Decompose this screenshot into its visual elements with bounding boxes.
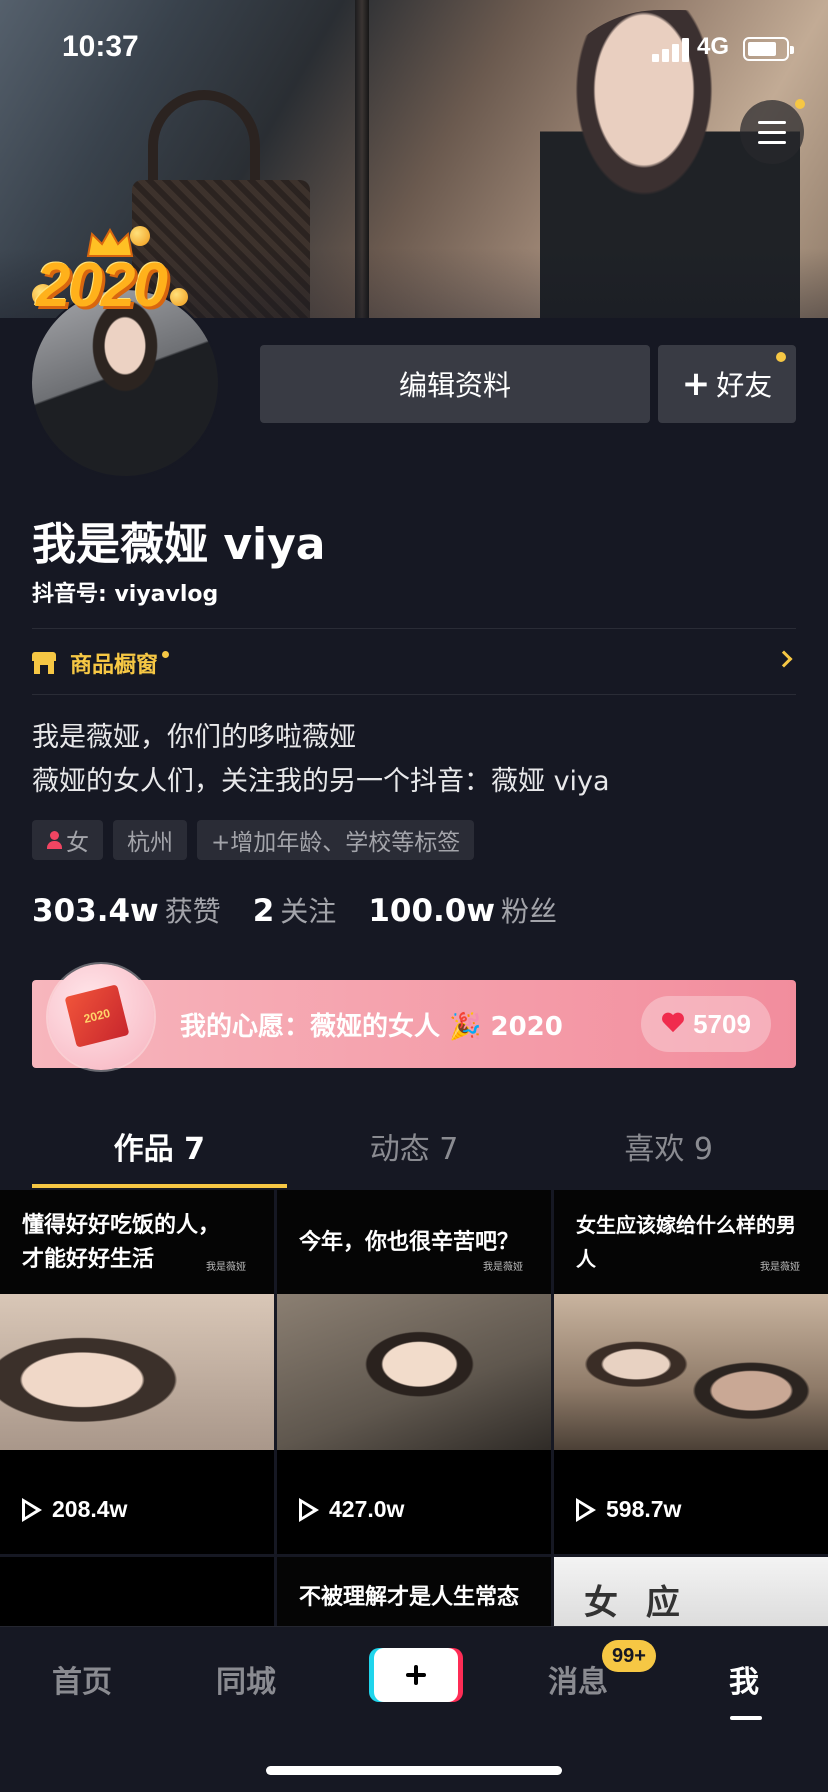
avatar-badge-text: 2020 [36,251,168,320]
video-thumbnail[interactable]: 不被理解才是人生常态 [277,1557,551,1637]
network-type: 4G [697,33,730,60]
video-caption: 今年，你也很辛苦吧？ [277,1190,551,1294]
video-thumbnail[interactable]: 女生应该嫁给什么样的男人 我是薇娅 598.7w [554,1190,828,1554]
menu-button[interactable] [740,100,804,164]
likes-label: 获赞 [164,895,221,928]
video-play-count: 208.4w [22,1496,127,1523]
product-showcase-row[interactable]: 商品橱窗 [32,633,796,693]
add-friend-dot [776,352,786,362]
likes-count: 303.4w [32,893,159,929]
video-play-count: 427.0w [299,1496,404,1523]
following-label[interactable]: 关注 [280,890,336,930]
battery-icon [743,37,794,61]
create-video-button[interactable] [374,1648,458,1702]
chevron-right-icon [775,650,793,668]
female-icon [46,831,62,849]
douyin-id: 抖音号: viyavlog [32,582,219,607]
video-frame [0,1294,274,1450]
video-frame [554,1294,828,1450]
profile-stats: 303.4w 获赞 2 关注 100.0w 粉丝 [32,890,589,930]
menu-icon [758,121,786,124]
video-frame [277,1294,551,1450]
wish-count: 5709 [693,1008,751,1039]
nav-me[interactable]: 我 [729,1657,759,1701]
video-play-count: 598.7w [576,1496,681,1523]
video-caption: 女生应该嫁给什么样的男人 [554,1190,828,1294]
menu-notification-dot [795,99,805,109]
divider [32,694,796,695]
home-indicator[interactable] [266,1766,562,1775]
content-tabs: 作品 7 动态 7 喜欢 9 [32,1110,796,1190]
play-icon [299,1497,319,1522]
video-caption: 女 应 [584,1583,688,1623]
shop-dot [162,650,170,658]
nav-city[interactable]: 同城 [216,1657,276,1701]
play-icon [576,1497,596,1522]
followers-label[interactable]: 粉丝 [501,890,557,930]
location-tag: 杭州 [113,820,187,860]
bio-line: 我是薇娅，你们的哆啦薇娅 [32,722,356,753]
shop-icon [32,652,56,674]
wish-text: 我的心愿：薇娅的女人 🎉 2020 [180,1012,563,1042]
nav-active-indicator [730,1716,762,1720]
video-thumbnail[interactable] [0,1557,274,1637]
avatar-2020-badge: 2020 [30,226,214,338]
following-count[interactable]: 2 [253,893,275,929]
add-friend-label: 好友 [716,369,773,402]
tab-active-indicator [32,1184,287,1188]
plus-icon: + [681,364,711,404]
video-thumbnail[interactable]: 懂得好好吃饭的人， 才能好好生活 我是薇娅 208.4w [0,1190,274,1554]
heart-icon [661,1013,685,1035]
profile-nickname: 我是薇娅 viya [32,519,326,570]
profile-bio: 我是薇娅，你们的哆啦薇娅 薇娅的女人们，关注我的另一个抖音：薇娅 viya [32,716,610,804]
video-signature: 我是薇娅 [760,1262,800,1273]
coin-icon [130,226,150,246]
video-grid: 懂得好好吃饭的人， 才能好好生活 我是薇娅 208.4w 今年，你也很辛苦吧？ … [0,1190,828,1637]
status-bar: 10:37 4G [0,0,828,100]
bio-line: 薇娅的女人们，关注我的另一个抖音：薇娅 viya [32,766,610,797]
wish-count-pill[interactable]: 5709 [641,996,771,1052]
video-thumbnail[interactable]: 女 应 [554,1557,828,1637]
gender-tag-label: 女 [66,830,89,856]
tab-activity[interactable]: 动态 7 [287,1110,542,1190]
nav-messages[interactable]: 消息 [548,1657,608,1701]
signal-icon [652,38,690,62]
video-caption: 不被理解才是人生常态 [277,1557,551,1637]
video-thumbnail[interactable]: 今年，你也很辛苦吧？ 我是薇娅 427.0w [277,1190,551,1554]
tab-works[interactable]: 作品 7 [32,1110,287,1190]
play-icon [22,1497,42,1522]
profile-tags: 女 杭州 +增加年龄、学校等标签 [32,820,475,860]
status-time: 10:37 [62,30,139,63]
nav-home[interactable]: 首页 [52,1657,112,1701]
divider [32,628,796,629]
gender-tag: 女 [32,820,103,860]
video-signature: 我是薇娅 [483,1262,523,1273]
video-caption: 懂得好好吃饭的人， 才能好好生活 [0,1190,274,1294]
video-signature: 我是薇娅 [206,1262,246,1273]
add-tag-button[interactable]: +增加年龄、学校等标签 [197,820,475,860]
shop-label: 商品橱窗 [70,653,159,678]
tab-likes[interactable]: 喜欢 9 [541,1110,796,1190]
coin-icon [170,288,188,306]
edit-profile-button[interactable]: 编辑资料 [260,345,650,423]
followers-count[interactable]: 100.0w [368,893,495,929]
message-badge: 99+ [602,1640,656,1672]
